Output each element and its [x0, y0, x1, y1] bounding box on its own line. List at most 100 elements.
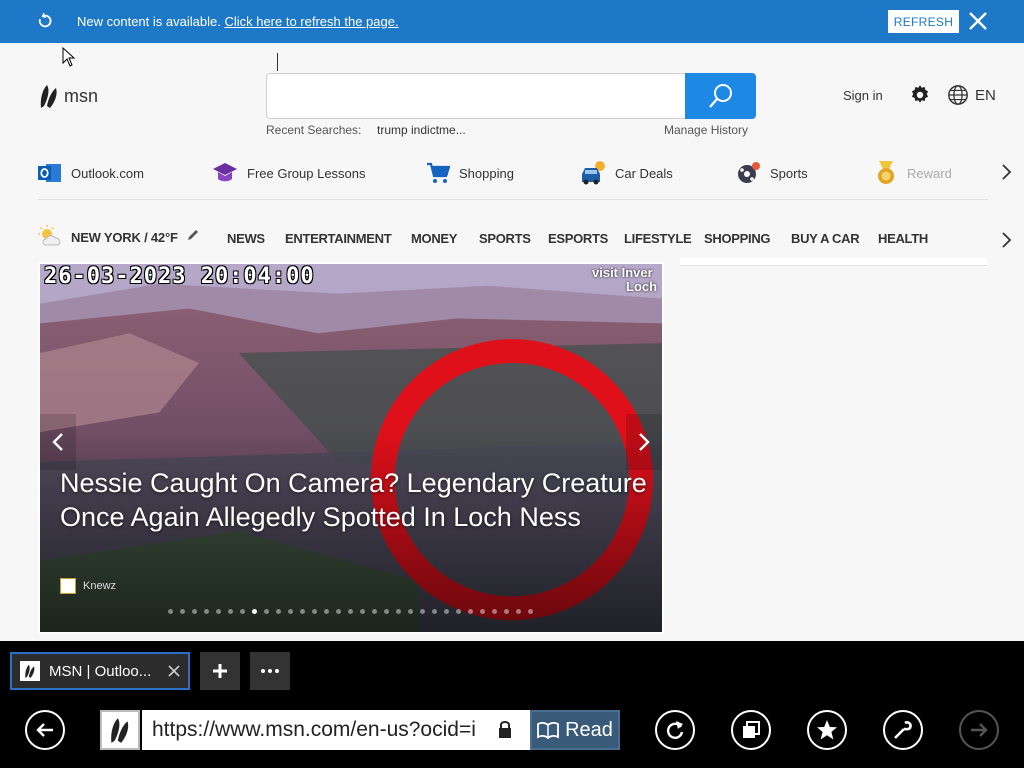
carousel-dots	[168, 609, 540, 617]
pencil-icon[interactable]	[186, 228, 200, 242]
quick-link-lessons[interactable]: Free Group Lessons	[212, 155, 366, 191]
camera-timestamp: 26-03-2023 20:04:00	[44, 264, 315, 289]
manage-history-link[interactable]: Manage History	[664, 123, 748, 137]
nav-shopping[interactable]: SHOPPING	[704, 231, 771, 246]
medal-icon	[878, 161, 894, 184]
carousel-dot[interactable]	[396, 609, 401, 614]
quick-link-outlook[interactable]: Outlook.com	[38, 155, 144, 191]
watermark-line: Loch	[626, 279, 658, 294]
carousel-dot[interactable]	[300, 609, 305, 614]
carousel-dot[interactable]	[432, 609, 437, 614]
nav-entertainment[interactable]: ENTERTAINMENT	[285, 231, 392, 246]
carousel-dot[interactable]	[324, 609, 329, 614]
carousel-dot[interactable]	[216, 609, 221, 614]
carousel-dot[interactable]	[408, 609, 413, 614]
search-icon	[708, 84, 732, 108]
carousel-dot[interactable]	[168, 609, 173, 614]
language-selector[interactable]: EN	[975, 87, 996, 104]
quick-link-label: Free Group Lessons	[247, 165, 366, 181]
carousel-dot[interactable]	[372, 609, 377, 614]
search-button[interactable]	[685, 73, 756, 119]
quick-link-rewards[interactable]: Reward	[874, 155, 952, 191]
carousel-dot[interactable]	[444, 609, 449, 614]
carousel-dot[interactable]	[276, 609, 281, 614]
carousel-dot[interactable]	[252, 609, 257, 614]
carousel-dot[interactable]	[384, 609, 389, 614]
refresh-button[interactable]: REFRESH	[888, 10, 959, 33]
recent-search-item[interactable]: trump indictme...	[377, 123, 466, 137]
new-tab-button[interactable]	[200, 652, 240, 690]
tab-favicon	[20, 661, 40, 681]
carousel-dot[interactable]	[504, 609, 509, 614]
hero-carousel[interactable]: 26-03-2023 20:04:00 visit Inver Loch Ness…	[38, 262, 664, 634]
quick-link-label: Shopping	[459, 165, 514, 181]
carousel-dot[interactable]	[312, 609, 317, 614]
close-icon[interactable]	[967, 10, 989, 32]
nav-news[interactable]: NEWS	[227, 231, 265, 246]
chevron-right-icon[interactable]	[998, 162, 1014, 182]
notification-message: New content is available. Click here to …	[77, 14, 399, 29]
hero-headline[interactable]: Nessie Caught On Camera? Legendary Creat…	[60, 466, 660, 534]
gear-icon[interactable]	[909, 84, 931, 106]
wrench-icon	[894, 721, 912, 739]
url-text[interactable]: https://www.msn.com/en-us?ocid=i	[152, 718, 482, 742]
forward-button[interactable]	[959, 710, 999, 750]
favorites-button[interactable]	[807, 710, 847, 750]
divider	[38, 199, 988, 200]
carousel-dot[interactable]	[348, 609, 353, 614]
carousel-dot[interactable]	[288, 609, 293, 614]
close-icon[interactable]	[167, 664, 181, 678]
carousel-dot[interactable]	[420, 609, 425, 614]
site-icon	[100, 710, 140, 750]
msn-logo[interactable]: msn	[38, 82, 98, 110]
notification-text: New content is available.	[77, 14, 221, 29]
nav-money[interactable]: MONEY	[411, 231, 457, 246]
tab-title: MSN | Outloo...	[49, 662, 152, 680]
tabs-button[interactable]	[731, 710, 771, 750]
quick-link-sports[interactable]: Sports	[737, 155, 808, 191]
carousel-next-button[interactable]	[626, 414, 662, 470]
tab-options-button[interactable]	[250, 652, 290, 690]
carousel-dot[interactable]	[336, 609, 341, 614]
carousel-dot[interactable]	[492, 609, 497, 614]
carousel-dot[interactable]	[264, 609, 269, 614]
nav-sports[interactable]: SPORTS	[479, 231, 531, 246]
globe-icon[interactable]	[947, 84, 969, 106]
sign-in-link[interactable]: Sign in	[843, 88, 883, 103]
carousel-prev-button[interactable]	[40, 414, 76, 470]
carousel-dot[interactable]	[528, 609, 533, 614]
recent-searches-label: Recent Searches:	[266, 123, 362, 137]
chevron-right-icon[interactable]	[998, 230, 1014, 250]
carousel-dot[interactable]	[180, 609, 185, 614]
mouse-cursor-icon	[62, 47, 76, 67]
refresh-link[interactable]: Click here to refresh the page.	[224, 14, 398, 29]
nav-health[interactable]: HEALTH	[878, 231, 928, 246]
carousel-dot[interactable]	[228, 609, 233, 614]
carousel-dot[interactable]	[516, 609, 521, 614]
reading-view-button[interactable]: Read	[530, 710, 620, 750]
refresh-button[interactable]	[655, 710, 695, 750]
weather-location[interactable]: NEW YORK / 42°F	[71, 230, 178, 245]
tools-button[interactable]	[883, 710, 923, 750]
book-icon	[537, 722, 559, 739]
carousel-dot[interactable]	[456, 609, 461, 614]
nav-buy-a-car[interactable]: BUY A CAR	[791, 231, 860, 246]
star-icon	[817, 720, 837, 740]
quick-link-car-deals[interactable]: Car Deals	[580, 155, 673, 191]
nav-lifestyle[interactable]: LIFESTYLE	[624, 231, 692, 246]
carousel-dot[interactable]	[240, 609, 245, 614]
quick-link-shopping[interactable]: Shopping	[426, 155, 514, 191]
quick-link-label: Outlook.com	[71, 165, 144, 181]
address-bar[interactable]: https://www.msn.com/en-us?ocid=i	[142, 710, 530, 750]
carousel-dot[interactable]	[360, 609, 365, 614]
search-input[interactable]	[266, 73, 686, 119]
carousel-dot[interactable]	[204, 609, 209, 614]
chevron-right-icon	[639, 433, 650, 451]
browser-tab[interactable]: MSN | Outloo...	[10, 652, 190, 690]
notification-bar: New content is available. Click here to …	[0, 0, 1024, 43]
nav-esports[interactable]: ESPORTS	[548, 231, 608, 246]
carousel-dot[interactable]	[468, 609, 473, 614]
carousel-dot[interactable]	[480, 609, 485, 614]
back-button[interactable]	[25, 710, 65, 750]
carousel-dot[interactable]	[192, 609, 197, 614]
